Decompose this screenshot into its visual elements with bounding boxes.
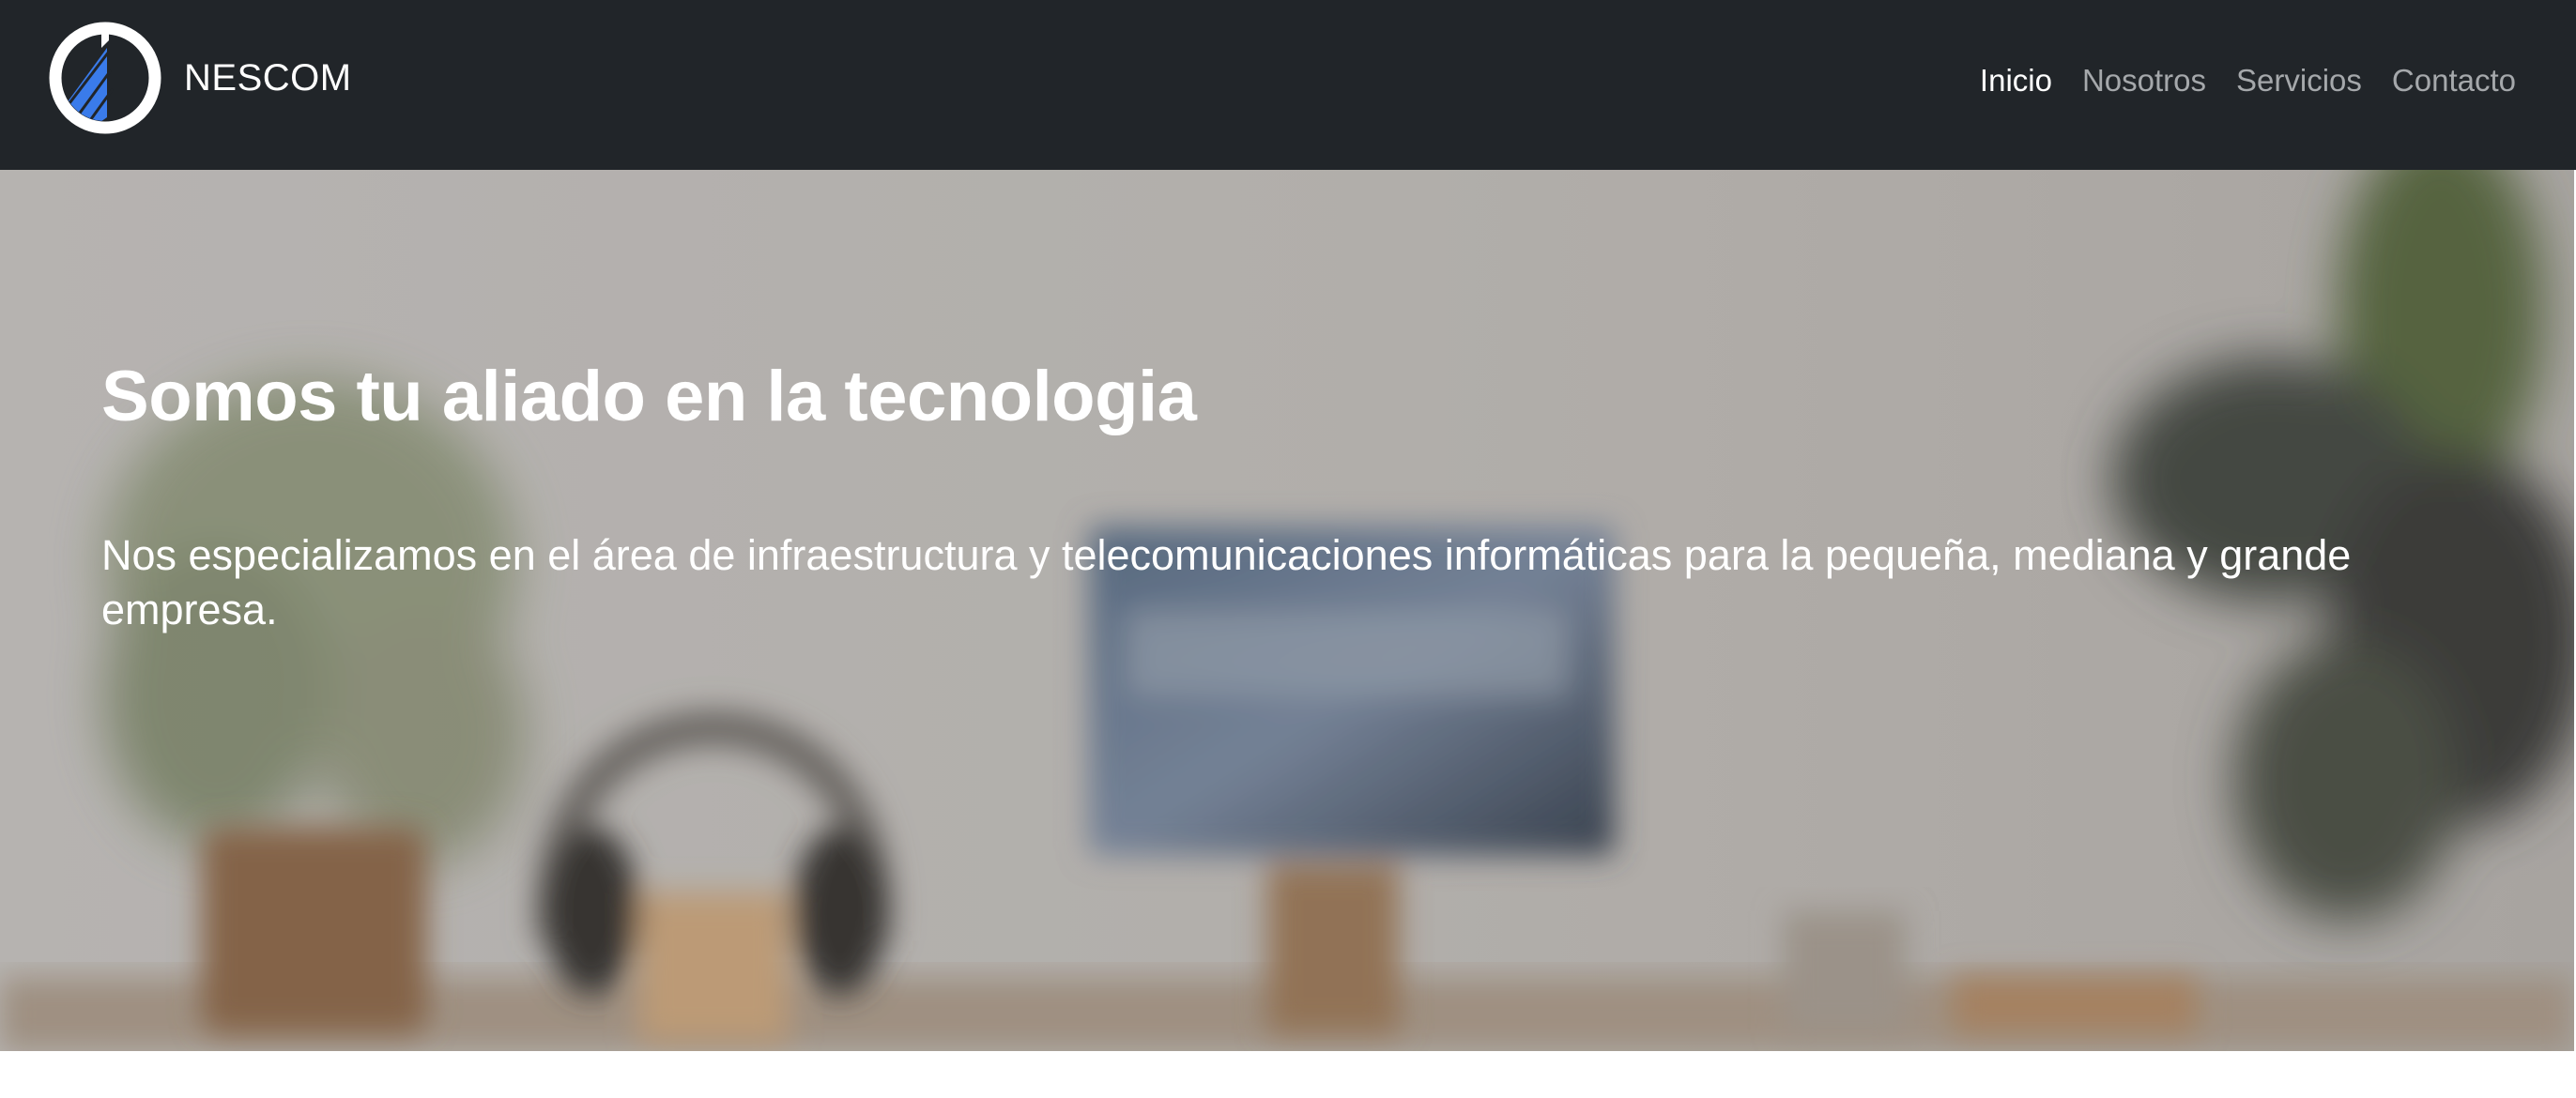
nav-link-servicios[interactable]: Servicios	[2236, 63, 2362, 98]
main-nav: Inicio Nosotros Servicios Contacto	[1980, 58, 2516, 103]
brand-name: NESCOM	[184, 56, 352, 99]
top-navbar: NESCOM Inicio Nosotros Servicios Contact…	[0, 0, 2576, 170]
hero-section: Somos tu aliado en la tecnologia Nos esp…	[0, 170, 2574, 1051]
hero-description: Nos especializamos en el área de infraes…	[101, 531, 2352, 633]
nav-link-contacto[interactable]: Contacto	[2392, 63, 2516, 98]
nav-link-inicio[interactable]: Inicio	[1980, 63, 2052, 98]
nav-link-nosotros[interactable]: Nosotros	[2082, 63, 2206, 98]
circle-arrow-logo-icon	[49, 22, 161, 134]
brand-link[interactable]: NESCOM	[47, 20, 352, 136]
hero-title: Somos tu aliado en la tecnologia	[101, 357, 1197, 436]
